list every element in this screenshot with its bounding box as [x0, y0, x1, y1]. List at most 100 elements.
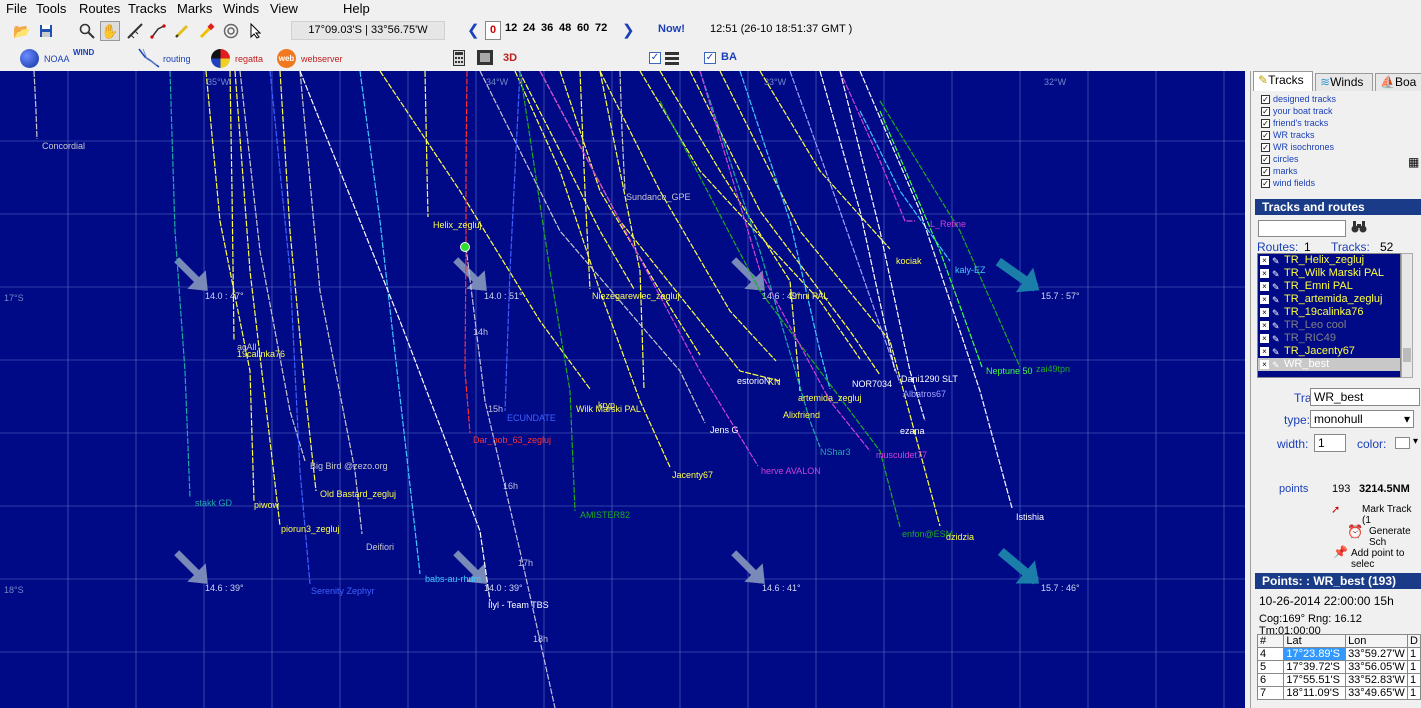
menu-file[interactable]: File	[4, 1, 29, 16]
boat-label[interactable]: Istishia	[1016, 512, 1044, 522]
table-row[interactable]: 4 17°23.89'S 33°59.27'W 1	[1256, 647, 1421, 661]
open-folder-icon[interactable]: 📂	[12, 21, 32, 41]
table-cell[interactable]: 33°56.05'W	[1345, 660, 1409, 674]
regatta-label[interactable]: regatta	[235, 54, 263, 64]
menu-tracks[interactable]: Tracks	[126, 1, 169, 16]
boat-label[interactable]: Alixfriend	[783, 410, 820, 420]
boat-label[interactable]: Serenity Zephyr	[311, 586, 375, 596]
col-index-header[interactable]: #	[1256, 634, 1285, 648]
boat-label[interactable]: NOR7034	[852, 379, 892, 389]
table-cell[interactable]: 5	[1256, 660, 1285, 674]
color-dropdown-icon[interactable]: ▾	[1413, 436, 1418, 447]
noaa-label[interactable]: NOAA	[44, 54, 70, 64]
check-boat-track[interactable]: ✓ your boat track	[1261, 106, 1333, 118]
table-cell[interactable]: 33°52.83'W	[1345, 673, 1409, 687]
ba-checkbox[interactable]: ✓	[704, 52, 716, 64]
table-cell[interactable]: 1	[1407, 660, 1421, 674]
boat-label[interactable]: L_Retine	[930, 219, 966, 229]
route-list-item[interactable]: × ✎ TR_Emni PAL	[1258, 280, 1400, 293]
menu-help[interactable]: Help	[341, 1, 372, 16]
hour-12-button[interactable]: 12	[505, 22, 517, 34]
close-icon[interactable]: ×	[1260, 282, 1269, 291]
table-cell[interactable]: 33°59.27'W	[1345, 647, 1409, 661]
points-table[interactable]: # Lat Lon D 4 17°23.89'S 33°59.27'W 1 5 17°39…	[1256, 634, 1421, 700]
boat-label[interactable]: stakk GD	[195, 498, 233, 508]
route-draw-icon[interactable]	[148, 21, 168, 41]
boat-label[interactable]: Ilyl - Team TBS	[488, 600, 549, 610]
pan-hand-icon[interactable]: ✋	[100, 21, 120, 41]
hour-48-button[interactable]: 48	[559, 22, 571, 34]
check-circles[interactable]: ✓ circles	[1261, 154, 1299, 166]
track-search-input[interactable]	[1258, 220, 1346, 237]
menu-tools[interactable]: Tools	[34, 1, 68, 16]
ba-label[interactable]: BA	[721, 51, 737, 63]
check-wr-tracks[interactable]: ✓ WR tracks	[1261, 130, 1315, 142]
boat-label[interactable]: Jacenty67	[672, 470, 713, 480]
route-list-item[interactable]: × ✎ WR_best	[1258, 358, 1400, 371]
menu-routes[interactable]: Routes	[77, 1, 122, 16]
boat-label[interactable]: KN	[768, 377, 781, 387]
hour-36-button[interactable]: 36	[541, 22, 553, 34]
zoom-icon[interactable]	[77, 21, 97, 41]
pointer-icon[interactable]	[246, 21, 266, 41]
close-icon[interactable]: ×	[1260, 334, 1269, 343]
route-list-item[interactable]: × ✎ TR_Wilk Marski PAL	[1258, 267, 1400, 280]
routes-scrollbar[interactable]	[1401, 253, 1413, 378]
webserver-label[interactable]: webserver	[301, 54, 343, 64]
check-wind-fields[interactable]: ✓ wind fields	[1261, 178, 1315, 190]
pencil-icon[interactable]	[172, 21, 192, 41]
boat-label[interactable]: estorioN	[737, 376, 771, 386]
table-cell[interactable]: 6	[1256, 673, 1285, 687]
boat-label[interactable]: herve AVALON	[761, 466, 821, 476]
boat-label[interactable]: NShar3	[820, 447, 851, 457]
now-button[interactable]: Now!	[658, 23, 685, 35]
close-icon[interactable]: ×	[1260, 347, 1269, 356]
map-canvas[interactable]: 35°W 34°W 33°W 32°W 17°S 18°S 14.0 : 47°…	[0, 71, 1245, 708]
route-list-item[interactable]: × ✎ TR_Leo cool	[1258, 319, 1400, 332]
col-lat-header[interactable]: Lat	[1283, 634, 1347, 648]
close-icon[interactable]: ×	[1260, 360, 1269, 369]
boat-label[interactable]: Deifiori	[366, 542, 394, 552]
check-marks[interactable]: ✓ marks	[1261, 166, 1298, 178]
boat-label[interactable]: Neptune 50	[986, 366, 1033, 376]
boat-label[interactable]: Sundance_GPE	[626, 192, 691, 202]
table-cell[interactable]: 1	[1407, 686, 1421, 700]
layers-icon[interactable]	[665, 51, 679, 68]
table-cell[interactable]: 1	[1407, 647, 1421, 661]
tab-boats[interactable]: ⛵Boa	[1375, 73, 1421, 91]
check-wr-isochrones[interactable]: ✓ WR isochrones	[1261, 142, 1334, 154]
boat-label[interactable]: piorun3_zegluj	[281, 524, 340, 534]
boat-label[interactable]: ezana	[900, 426, 925, 436]
route-list-item[interactable]: × ✎ TR_Jacenty67	[1258, 345, 1400, 358]
close-icon[interactable]: ×	[1260, 308, 1269, 317]
target-icon[interactable]	[221, 21, 241, 41]
generate-schedule-button[interactable]: Generate Sch	[1369, 526, 1421, 548]
hour-72-button[interactable]: 72	[595, 22, 607, 34]
color-swatch[interactable]	[1395, 437, 1410, 449]
table-row[interactable]: 5 17°39.72'S 33°56.05'W 1	[1256, 660, 1421, 674]
boat-label[interactable]: dzidzia	[946, 532, 974, 542]
measure-icon[interactable]	[125, 21, 145, 41]
table-row[interactable]: 7 18°11.09'S 33°49.65'W 1	[1256, 686, 1421, 700]
calculator-icon[interactable]	[453, 50, 465, 69]
next-hour-icon[interactable]: ❯	[622, 21, 635, 39]
routing-label[interactable]: routing	[163, 54, 191, 64]
prev-hour-icon[interactable]: ❮	[467, 21, 480, 39]
boat-label[interactable]: AMISTER82	[580, 510, 630, 520]
hour-0-button[interactable]: 0	[485, 21, 501, 40]
table-cell[interactable]: 33°49.65'W	[1345, 686, 1409, 700]
menu-view[interactable]: View	[268, 1, 300, 16]
add-point-button[interactable]: Add point to selec	[1351, 548, 1421, 570]
edit-icon[interactable]: ✎	[1272, 359, 1280, 372]
route-list-item[interactable]: × ✎ TR_artemida_zegluj	[1258, 293, 1400, 306]
chart-map[interactable]: 35°W 34°W 33°W 32°W 17°S 18°S 14.0 : 47°…	[0, 71, 1245, 708]
route-list-item[interactable]: × ✎ TR_RIC49	[1258, 332, 1400, 345]
boat-label[interactable]: kociak	[896, 256, 922, 266]
table-cell[interactable]: 1	[1407, 673, 1421, 687]
regatta-icon[interactable]	[211, 49, 230, 68]
save-icon[interactable]	[36, 21, 56, 41]
mark-track-icon[interactable]: ➚	[1331, 503, 1340, 516]
3d-label[interactable]: 3D	[503, 52, 517, 64]
hour-60-button[interactable]: 60	[577, 22, 589, 34]
routing-icon[interactable]	[137, 47, 161, 72]
